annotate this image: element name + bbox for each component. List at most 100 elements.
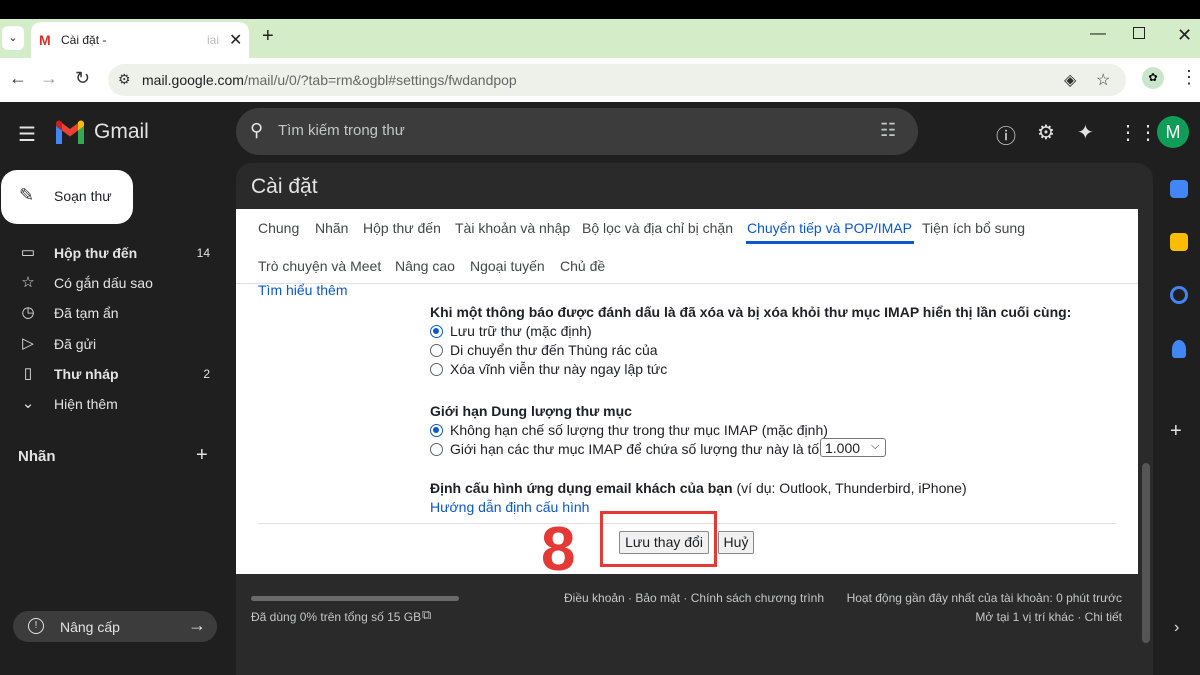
page-title: Cài đặt — [251, 175, 318, 198]
new-tab-icon[interactable]: + — [262, 25, 274, 48]
keep-icon[interactable] — [1170, 233, 1188, 251]
config-guide-link[interactable]: Hướng dẫn định cấu hình — [430, 499, 589, 515]
add-app-icon[interactable]: + — [1170, 420, 1182, 443]
expunge-section-title: Khi một thông báo được đánh dấu là đã xó… — [430, 304, 1072, 320]
draft-icon: ▯ — [23, 365, 33, 382]
add-label-icon[interactable]: + — [196, 444, 208, 467]
chevron-right-icon[interactable]: › — [1174, 619, 1179, 637]
cancel-button[interactable]: Huỷ — [718, 531, 754, 554]
storage-bar — [251, 596, 459, 601]
browser-tab[interactable]: M Cài đặt - iai ✕ — [31, 22, 249, 58]
gemini-icon[interactable]: ✦ — [1077, 120, 1094, 145]
tab-addons[interactable]: Tiện ích bổ sung — [922, 220, 1025, 236]
external-link-icon[interactable]: ⧉ — [422, 607, 431, 623]
tab-inbox[interactable]: Hộp thư đến — [363, 220, 441, 236]
browser-toolbar: ← → ↻ ⚙ mail.google.com/mail/u/0/?tab=rm… — [0, 58, 1200, 102]
client-config-line: Định cấu hình ứng dụng email khách của b… — [430, 480, 967, 496]
compose-label: Soạn thư — [54, 188, 112, 204]
bookmark-star-icon[interactable]: ☆ — [1096, 70, 1110, 90]
activity-details-link[interactable]: Mở tại 1 vị trí khác · Chi tiết — [975, 610, 1122, 624]
save-changes-button[interactable]: Lưu thay đổi — [619, 531, 709, 554]
step-number-annotation: 8 — [541, 515, 576, 584]
last-activity: Hoạt động gần đây nhất của tài khoản: 0 … — [846, 591, 1122, 605]
browser-tab-bar: ⌄ M Cài đặt - iai ✕ + — ✕ — [0, 19, 1200, 58]
tab-labels[interactable]: Nhãn — [315, 220, 348, 236]
help-icon[interactable]: ⓘ — [996, 120, 1016, 149]
tab-advanced[interactable]: Nâng cao — [395, 258, 455, 274]
tab-accounts[interactable]: Tài khoản và nhập — [455, 220, 570, 236]
apps-grid-icon[interactable]: ⋮⋮ — [1118, 120, 1158, 145]
upgrade-label: Nâng cấp — [60, 619, 120, 635]
radio-button[interactable] — [430, 325, 443, 338]
info-icon: ! — [28, 618, 44, 634]
browser-menu-icon[interactable]: ⋮ — [1180, 67, 1198, 88]
sidebar-item-sent[interactable]: ▷ Đã gửi — [0, 330, 220, 358]
tab-close-icon[interactable]: ✕ — [229, 30, 242, 50]
gmail-app: ☰ Gmail ⚲ ☷ ⓘ ⚙ ✦ ⋮⋮ M ✎ Soạn thư ▭ Hộp … — [0, 102, 1200, 675]
search-bar[interactable]: ⚲ ☷ — [236, 108, 918, 155]
tab-forwarding-pop-imap[interactable]: Chuyển tiếp và POP/IMAP — [747, 220, 912, 236]
sidebar-item-starred[interactable]: ☆ Có gắn dấu sao — [0, 269, 220, 297]
gmail-logo-icon — [56, 120, 84, 144]
tab-title: Cài đặt - — [61, 33, 107, 47]
scrollbar[interactable] — [1142, 463, 1150, 643]
sidebar-item-label: Đã gửi — [54, 336, 97, 352]
search-input[interactable] — [278, 122, 858, 139]
tab-title-faded: iai — [207, 33, 220, 47]
compose-button[interactable]: ✎ Soạn thư — [1, 170, 133, 224]
forward-icon[interactable]: → — [40, 68, 58, 89]
sidebar-item-drafts[interactable]: ▯ Thư nháp 2 — [0, 360, 220, 388]
radio-button[interactable] — [430, 363, 443, 376]
inbox-icon: ▭ — [20, 244, 36, 261]
chevron-down-icon: ⌄ — [21, 395, 35, 412]
storage-text: Đã dùng 0% trên tổng số 15 GB — [251, 610, 422, 624]
extension-icon[interactable]: ✿ — [1142, 67, 1164, 89]
upgrade-button[interactable]: ! Nâng cấp → — [13, 611, 217, 642]
active-tab-indicator — [746, 241, 914, 244]
back-icon[interactable]: ← — [9, 68, 27, 89]
tab-search-dropdown-icon[interactable]: ⌄ — [2, 26, 24, 50]
tab-chat-meet[interactable]: Trò chuyện và Meet — [258, 258, 381, 274]
tab-general[interactable]: Chung — [258, 220, 299, 236]
calendar-icon[interactable] — [1170, 180, 1188, 198]
radio-button[interactable] — [430, 443, 443, 456]
sidebar-item-label: Hộp thư đến — [54, 245, 138, 261]
sidebar-item-label: Có gắn dấu sao — [54, 275, 153, 291]
tab-themes[interactable]: Chủ đề — [560, 258, 605, 274]
labels-heading: Nhãn — [18, 448, 56, 465]
radio-button[interactable] — [430, 424, 443, 437]
arrow-right-icon: → — [188, 615, 206, 635]
main-menu-icon[interactable]: ☰ — [18, 122, 36, 147]
avatar[interactable]: M — [1157, 116, 1189, 148]
draft-count: 2 — [203, 367, 210, 381]
send-icon: ▷ — [22, 335, 34, 352]
folder-size-title: Giới hạn Dung lượng thư mục — [430, 403, 632, 419]
window-close-icon[interactable]: ✕ — [1177, 25, 1192, 46]
maximize-icon[interactable] — [1133, 27, 1145, 39]
sidebar-item-label: Thư nháp — [54, 366, 119, 382]
search-options-icon[interactable]: ☷ — [880, 120, 896, 141]
search-icon[interactable]: ⚲ — [250, 120, 263, 141]
address-bar[interactable]: ⚙ mail.google.com/mail/u/0/?tab=rm&ogbl#… — [108, 64, 1126, 96]
screen: ⌄ M Cài đặt - iai ✕ + — ✕ ← → ↻ ⚙ mail.g… — [0, 0, 1200, 675]
site-info-icon[interactable]: ⚙ — [118, 71, 131, 88]
sidebar-item-more[interactable]: ⌄ Hiện thêm — [0, 390, 220, 418]
tab-filters[interactable]: Bộ lọc và địa chỉ bị chặn — [582, 220, 733, 236]
sidebar-item-label: Đã tạm ẩn — [54, 305, 119, 321]
lens-icon[interactable]: ◈ — [1064, 70, 1076, 90]
radio-button[interactable] — [430, 344, 443, 357]
learn-more-link[interactable]: Tìm hiểu thêm — [258, 282, 347, 298]
settings-gear-icon[interactable]: ⚙ — [1037, 120, 1055, 145]
footer-links[interactable]: Điều khoản · Bảo mật · Chính sách chương… — [564, 591, 824, 605]
minimize-icon[interactable]: — — [1090, 25, 1106, 43]
sidebar-item-snoozed[interactable]: ◷ Đã tạm ẩn — [0, 299, 220, 327]
tasks-icon[interactable] — [1170, 286, 1188, 304]
sidebar-item-inbox[interactable]: ▭ Hộp thư đến 14 — [0, 239, 220, 267]
tabs-divider — [236, 283, 1138, 284]
pencil-icon: ✎ — [19, 185, 35, 205]
contacts-icon[interactable] — [1172, 340, 1186, 358]
tab-offline[interactable]: Ngoại tuyến — [470, 258, 545, 274]
unread-count: 14 — [196, 246, 210, 260]
folder-limit-select[interactable]: 1.000 ⌵ — [820, 438, 886, 457]
reload-icon[interactable]: ↻ — [75, 68, 90, 89]
